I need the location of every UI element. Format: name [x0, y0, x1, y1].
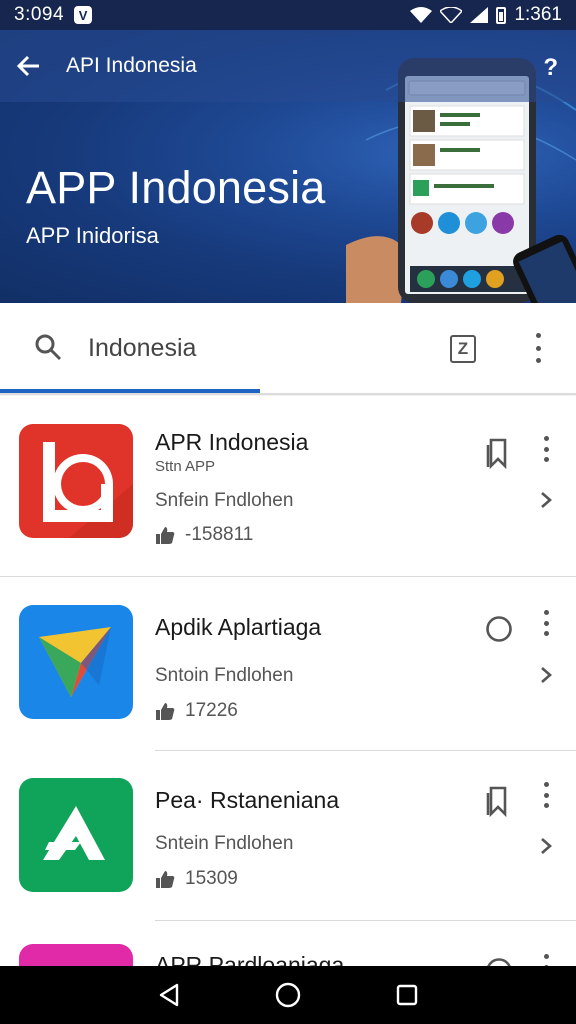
select-button[interactable] [484, 612, 514, 646]
app-notification-icon: V [74, 6, 93, 24]
dot [543, 803, 549, 808]
app-list-item[interactable]: Apdik Aplartiaga Sntoin Fndlohen 17226 [0, 578, 576, 750]
home-circle-icon [275, 982, 301, 1008]
row-divider [155, 750, 576, 751]
app-logo-icon [43, 806, 105, 860]
wifi-secondary-icon [440, 7, 463, 23]
app-logo-icon [43, 442, 133, 538]
search-divider [0, 393, 576, 395]
app-subtitle: Sttn APP [155, 458, 216, 475]
select-button[interactable] [484, 954, 514, 966]
bookmark-button[interactable] [484, 784, 514, 818]
app-name[interactable]: Pea· Rstaneniana [155, 787, 339, 814]
chevron-right-icon [541, 492, 552, 508]
dot [543, 954, 549, 959]
item-more-button[interactable] [536, 954, 556, 966]
dot [543, 610, 549, 615]
circle-icon [486, 616, 512, 642]
app-logo-icon [19, 944, 133, 966]
screen: 3:094 V 1:361 API Indonesia ? APP Indone… [0, 0, 576, 1024]
item-chevron-button[interactable] [536, 663, 556, 687]
pea-app-icon[interactable] [19, 778, 133, 892]
app-logo-icon [39, 627, 111, 697]
dot [543, 436, 549, 441]
wifi-icon [410, 7, 433, 23]
app-name[interactable]: APR Pardloaniaga [155, 952, 344, 966]
back-button[interactable] [0, 30, 58, 102]
apr-indonesia-app-icon[interactable] [19, 424, 133, 538]
app-likes: -158811 [155, 524, 253, 546]
dot [543, 782, 549, 787]
dot [543, 620, 549, 626]
signal-icon [470, 7, 489, 23]
app-list-item[interactable]: APR Indonesia Sttn APP Snfein Fndlohen -… [0, 396, 576, 576]
thumb-up-icon [156, 527, 175, 544]
battery-icon [496, 6, 507, 24]
nav-home-button[interactable] [268, 975, 308, 1015]
dot [543, 457, 549, 462]
row-divider [155, 920, 576, 921]
search-more-button[interactable] [528, 333, 548, 363]
search-icon[interactable] [34, 333, 62, 361]
dot [535, 358, 541, 363]
item-more-button[interactable] [536, 610, 556, 636]
hero-title: APP Indonesia [26, 162, 326, 213]
app-name[interactable]: Apdik Aplartiaga [155, 614, 321, 641]
item-chevron-button[interactable] [536, 834, 556, 858]
search-bar: Indonesia Z [0, 303, 576, 393]
bookmark-icon [486, 438, 507, 469]
app-developer: Sntein Fndlohen [155, 833, 294, 854]
app-developer: Sntoin Fndlohen [155, 665, 294, 686]
row-divider [0, 576, 576, 577]
apdik-app-icon[interactable] [19, 605, 133, 719]
item-more-button[interactable] [536, 782, 556, 808]
battery-level-text: 1:361 [514, 4, 562, 25]
app-name[interactable]: APR Indonesia [155, 429, 308, 456]
status-time: 3:094 [14, 4, 65, 25]
bookmark-icon [486, 786, 507, 817]
app-like-count: -158811 [185, 524, 254, 545]
system-nav-bar [0, 966, 576, 1024]
triangle-back-icon [160, 983, 179, 1007]
thumb-up-icon [156, 871, 175, 888]
chevron-right-icon [541, 667, 552, 683]
item-more-button[interactable] [536, 436, 556, 462]
nav-back-button[interactable] [149, 975, 189, 1015]
app-likes: 15309 [155, 868, 238, 890]
app-list-item[interactable]: Pea· Rstaneniana Sntein Fndlohen 15309 [0, 752, 576, 920]
dot [543, 631, 549, 636]
arrow-back-icon [17, 55, 39, 77]
app-list-item[interactable]: APR Pardloaniaga [0, 922, 576, 966]
hero-subtitle: APP Inidorisa [26, 223, 159, 248]
chevron-right-icon [541, 838, 552, 854]
dot [543, 446, 549, 452]
search-input[interactable]: Indonesia [88, 334, 196, 363]
app-toolbar: API Indonesia ? [0, 30, 576, 102]
status-indicators: 1:361 [410, 4, 562, 26]
app-like-count: 17226 [185, 700, 238, 721]
help-button[interactable]: ? [543, 54, 558, 82]
app-developer: Snfein Fndlohen [155, 490, 294, 511]
toolbar-title: API Indonesia [66, 54, 197, 77]
square-recents-icon [396, 984, 417, 1006]
apr-pardloaniaga-app-icon[interactable] [19, 944, 133, 966]
hero-header: API Indonesia ? APP Indonesia APP Inidor… [0, 30, 576, 303]
dot [535, 333, 541, 338]
dot [535, 345, 541, 351]
dot [543, 792, 549, 798]
z-filter-button[interactable]: Z [450, 335, 476, 363]
app-likes: 17226 [155, 700, 238, 722]
circle-icon [487, 958, 511, 966]
bookmark-button[interactable] [484, 436, 514, 470]
thumb-up-icon [156, 703, 175, 720]
status-bar: 3:094 V 1:361 [0, 0, 576, 30]
item-chevron-button[interactable] [536, 488, 556, 512]
nav-recents-button[interactable] [387, 975, 427, 1015]
app-like-count: 15309 [185, 868, 238, 889]
